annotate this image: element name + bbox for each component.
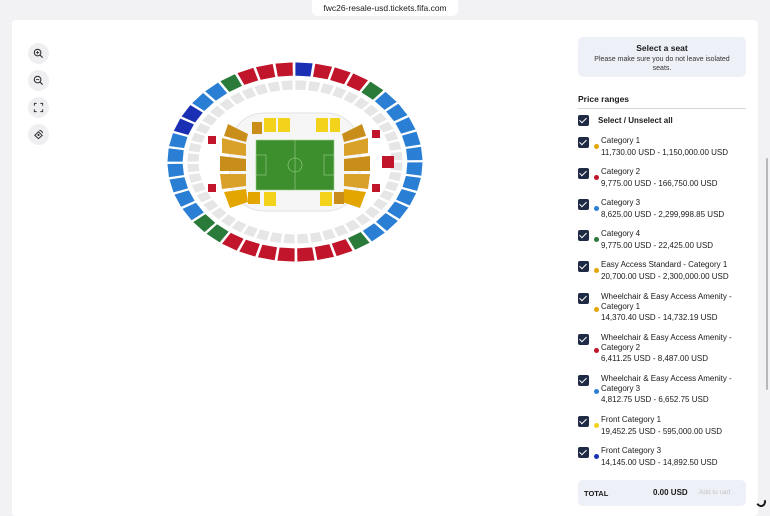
upper-section[interactable]: [166, 162, 185, 179]
select-all-label[interactable]: Select / Unselect all: [598, 116, 673, 125]
zoom-out-icon: [33, 75, 44, 86]
unavailable-section[interactable]: [187, 172, 203, 184]
zoom-out-button[interactable]: [28, 70, 49, 91]
unavailable-section[interactable]: [280, 79, 294, 92]
unavailable-section[interactable]: [308, 231, 324, 244]
price-range-name: Front Category 3: [601, 446, 662, 455]
category-color-dot: [594, 206, 599, 211]
unavailable-section[interactable]: [307, 80, 322, 93]
zoom-in-button[interactable]: [28, 43, 49, 64]
upper-section[interactable]: [274, 61, 294, 78]
select-all-checkbox[interactable]: [578, 115, 589, 126]
price-range-checkbox[interactable]: [578, 293, 589, 304]
category-color-dot: [594, 268, 599, 273]
price-range-checkbox[interactable]: [578, 334, 589, 345]
price-range-value: 6,411.25 USD - 8,487.00 USD: [601, 354, 709, 363]
fullscreen-icon: [33, 102, 44, 113]
upper-section[interactable]: [401, 175, 422, 192]
upper-section[interactable]: [276, 246, 296, 263]
price-range-name: Wheelchair & Easy Access Amenity - Categ…: [601, 374, 732, 393]
unavailable-section[interactable]: [186, 152, 201, 163]
unavailable-section[interactable]: [266, 80, 282, 93]
price-range-value: 9,775.00 USD - 166,750.00 USD: [601, 179, 718, 188]
upper-section[interactable]: [401, 130, 422, 148]
price-range-checkbox[interactable]: [578, 137, 589, 148]
cart-total-bar: TOTAL 0.00 USD Add to cart: [578, 480, 746, 506]
total-amount: 0.00 USD: [653, 488, 688, 497]
unavailable-section[interactable]: [321, 228, 337, 242]
category-color-dot: [594, 348, 599, 353]
upper-section[interactable]: [405, 145, 424, 162]
price-range-value: 14,145.00 USD - 14,892.50 USD: [601, 458, 718, 467]
price-range-value: 9,775.00 USD - 22,425.00 USD: [601, 241, 714, 250]
unavailable-section[interactable]: [268, 231, 283, 244]
upper-section[interactable]: [294, 61, 314, 78]
price-range-value: 4,812.75 USD - 6,652.75 USD: [601, 395, 709, 404]
unavailable-section[interactable]: [187, 141, 203, 154]
upper-section[interactable]: [168, 132, 189, 149]
select-seat-title: Select a seat: [636, 43, 688, 53]
price-range-name: Category 4: [601, 229, 641, 238]
category-color-dot: [594, 237, 599, 242]
upper-section[interactable]: [313, 243, 336, 261]
price-range-name: Wheelchair & Easy Access Amenity - Categ…: [601, 292, 732, 311]
price-range-name: Category 3: [601, 198, 641, 207]
select-seat-notice: Select a seat Please make sure you do no…: [578, 37, 746, 77]
panel-scrollbar[interactable]: [766, 158, 768, 390]
price-range-checkbox[interactable]: [578, 230, 589, 241]
unavailable-section[interactable]: [186, 163, 201, 174]
upper-section[interactable]: [166, 147, 185, 163]
unavailable-section[interactable]: [387, 140, 403, 152]
unavailable-section[interactable]: [253, 82, 269, 96]
category-color-dot: [594, 389, 599, 394]
price-range-name: Category 2: [601, 167, 641, 176]
reset-view-button[interactable]: [28, 124, 49, 145]
price-range-name: Easy Access Standard - Category 1: [601, 260, 728, 269]
reset-view-icon: [34, 129, 44, 140]
unavailable-section[interactable]: [255, 228, 271, 242]
category-color-dot: [594, 454, 599, 459]
price-range-checkbox[interactable]: [578, 375, 589, 386]
price-range-checkbox[interactable]: [578, 199, 589, 210]
unavailable-section[interactable]: [296, 232, 310, 245]
unavailable-section[interactable]: [282, 233, 296, 245]
price-ranges-heading: Price ranges: [578, 94, 746, 109]
unavailable-section[interactable]: [294, 79, 308, 91]
category-color-dot: [594, 307, 599, 312]
price-range-name: Front Category 1: [601, 415, 662, 424]
upper-section[interactable]: [168, 176, 189, 194]
price-range-checkbox[interactable]: [578, 261, 589, 272]
unavailable-section[interactable]: [387, 170, 403, 183]
unavailable-section[interactable]: [319, 82, 335, 96]
select-seat-subtitle: Please make sure you do not leave isolat…: [594, 56, 730, 72]
upper-section[interactable]: [405, 161, 424, 177]
category-color-dot: [594, 423, 599, 428]
price-range-value: 19,452.25 USD - 595,000.00 USD: [601, 427, 722, 436]
browser-url-bar[interactable]: fwc26-resale-usd.tickets.fifa.com: [312, 0, 458, 16]
price-range-checkbox[interactable]: [578, 416, 589, 427]
add-to-cart-button[interactable]: Add to cart: [699, 489, 730, 496]
stadium-seat-map[interactable]: [160, 58, 430, 266]
fullscreen-button[interactable]: [28, 97, 49, 118]
upper-section[interactable]: [256, 243, 278, 262]
price-range-checkbox[interactable]: [578, 447, 589, 458]
price-range-name: Category 1: [601, 136, 641, 145]
category-color-dot: [594, 144, 599, 149]
upper-section[interactable]: [312, 62, 334, 81]
upper-section[interactable]: [254, 63, 277, 81]
price-range-value: 14,370.40 USD - 14,732.19 USD: [601, 313, 718, 322]
price-range-value: 11,730.00 USD - 1,150,000.00 USD: [601, 148, 729, 157]
price-range-value: 8,625.00 USD - 2,299,998.85 USD: [601, 210, 725, 219]
price-range-value: 20,700.00 USD - 2,300,000.00 USD: [601, 272, 729, 281]
category-color-dot: [594, 175, 599, 180]
price-range-name: Wheelchair & Easy Access Amenity - Categ…: [601, 333, 732, 352]
zoom-in-icon: [33, 48, 44, 59]
upper-section[interactable]: [296, 246, 316, 263]
price-range-checkbox[interactable]: [578, 168, 589, 179]
total-label: TOTAL: [584, 489, 609, 498]
